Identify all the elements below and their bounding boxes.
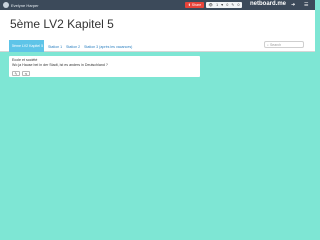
content-card: Ecole et société Wo ja Hause bei in der … [9,56,200,77]
avatar [3,2,9,8]
search-placeholder: Search [269,42,282,47]
comments-count: 0 [237,3,240,7]
share-nodes-icon: ⋖ [24,71,28,76]
share-card-button[interactable]: ⋖ [22,71,30,76]
views-count: 1 [216,3,219,7]
tab-bar: 5ème LV2 Kapitel 5 Station 1 Station 2 S… [0,38,315,52]
brand-logo[interactable]: netboard.me [250,1,286,7]
share-label: Share [191,3,202,7]
likes-icon: ♥ [221,3,224,7]
search-icon: ⌕ [267,42,269,47]
search-box[interactable]: ⌕ Search [264,41,304,48]
tab-overview[interactable]: 5ème LV2 Kapitel 5 [9,40,44,52]
comments-icon: ✎ [231,3,235,7]
card-text: Wo ja Hause bei in der Stadt, ist es and… [12,63,108,67]
share-icon: ⬆ [187,3,191,7]
top-bar: Evelyne Harper ⬆ Share 👁 1 ♥ 0 ✎ 0 netbo… [0,0,315,10]
pencil-icon: ✎ [14,71,18,76]
page-header: 5ème LV2 Kapitel 5 [0,10,315,38]
views-icon: 👁 [208,3,213,7]
menu-icon[interactable]: ☰ [304,1,308,9]
page-title: 5ème LV2 Kapitel 5 [10,17,114,31]
user-menu[interactable]: Evelyne Harper [3,1,39,9]
edit-button[interactable]: ✎ [12,71,20,76]
user-name: Evelyne Harper [11,2,39,8]
likes-count: 0 [226,3,229,7]
tab-station-3[interactable]: Station 3 (après les vacances) [81,41,135,52]
board-stats[interactable]: 👁 1 ♥ 0 ✎ 0 [206,2,242,8]
share-button[interactable]: ⬆ Share [185,2,204,8]
login-icon[interactable]: ➜ [291,1,295,9]
card-title: Ecole et société [12,58,38,62]
